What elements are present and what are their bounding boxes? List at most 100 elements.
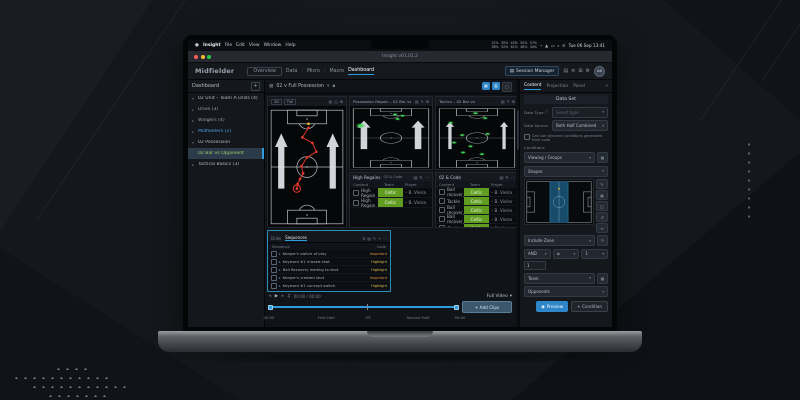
panel-expand-icon[interactable]: ⊞: [340, 99, 343, 104]
header-action-icon[interactable]: ⚙: [586, 68, 590, 74]
panel-edit-icon[interactable]: ✎: [421, 99, 424, 104]
row-checkbox[interactable]: [353, 189, 359, 196]
menu-view[interactable]: View: [249, 43, 260, 48]
count-input[interactable]: 1: [524, 261, 546, 271]
lock-icon[interactable]: ▪: [332, 84, 335, 89]
zoom-window-button[interactable]: [207, 54, 211, 59]
zone-settings-button[interactable]: ✎: [597, 235, 608, 247]
tab-panel[interactable]: Panel: [573, 84, 585, 89]
tab-content[interactable]: Content: [524, 83, 542, 90]
stat-widget[interactable]: 30% 52%: [501, 41, 508, 49]
data-type-dropdown[interactable]: Select type ▾: [552, 106, 608, 118]
skip-forward-icon[interactable]: »: [281, 294, 284, 299]
edit-icon[interactable]: ✎: [373, 236, 376, 241]
nav-data[interactable]: Data: [286, 69, 297, 74]
sort-icon[interactable]: ⇅: [362, 236, 365, 241]
sidebar-item[interactable]: ▾ 02 Unit – Team A Drills (4): [188, 93, 264, 104]
table-row[interactable]: Ball recovery Celtic ◦ B. Vieira: [436, 187, 518, 197]
tactics-panel[interactable]: Tactics – 02 Bar vs ▤ ✎ ⊞: [435, 96, 519, 170]
list-item[interactable]: ▸ Keyword #1 missed shot Highlight: [268, 258, 390, 266]
include-zone-dropdown[interactable]: Include Zone ▾: [524, 235, 595, 247]
tab-sequences[interactable]: Sequences: [285, 235, 307, 241]
more-icon[interactable]: ⋯: [383, 236, 387, 241]
list-item[interactable]: ▸ Keyword #1 concept switch Highlight: [268, 282, 390, 290]
movement-pitch[interactable]: [268, 107, 346, 227]
table-edit-icon[interactable]: ✎: [419, 175, 423, 180]
status-icon[interactable]: ⌕: [557, 43, 559, 48]
nav-overview[interactable]: Overview: [247, 66, 282, 76]
row-checkbox[interactable]: [271, 258, 277, 265]
operator-select[interactable]: ≥ ▾: [552, 248, 580, 259]
menu-edit[interactable]: Edit: [236, 43, 245, 48]
panel-expand-icon[interactable]: ⊞: [512, 99, 515, 104]
add-condition-button[interactable]: + Condition: [571, 300, 608, 312]
sidebar-item[interactable]: 02 Bar vs Opponent: [188, 148, 264, 159]
row-checkbox[interactable]: [439, 189, 445, 195]
skip-back-icon[interactable]: «: [269, 294, 272, 299]
stat-widget[interactable]: 50% 48%: [520, 41, 527, 49]
sidebar-item[interactable]: ▸ Midfielders (2): [188, 126, 264, 137]
nav-macro[interactable]: Macro: [330, 69, 345, 74]
pitch-tool-button[interactable]: ≡: [596, 223, 608, 233]
movement-panel[interactable]: 2D Full ▤ ◫ ⊞: [267, 96, 347, 228]
table-row[interactable]: High Regain Celtic ◦ B. Vieira: [350, 198, 432, 208]
sidebar-item[interactable]: ▸ Tactical Basics (3): [188, 159, 264, 170]
stat-widget[interactable]: 45% 61%: [511, 41, 518, 49]
play-icon[interactable]: ▶: [275, 294, 278, 299]
row-checkbox[interactable]: [439, 216, 445, 222]
timeline-track[interactable]: [268, 304, 459, 310]
view-chip[interactable]: Full: [284, 98, 297, 105]
row-checkbox[interactable]: [271, 266, 277, 273]
user-avatar[interactable]: AB: [594, 65, 605, 77]
range-end-handle[interactable]: [454, 304, 459, 310]
app-logo[interactable]: Midfielder: [195, 67, 234, 75]
regain-pitch[interactable]: [350, 107, 432, 169]
preview-button[interactable]: ◉ Preview: [536, 300, 569, 312]
table-row[interactable]: Ball recovery Celtic ◦ B. Vieira: [436, 214, 518, 224]
list-item[interactable]: ▸ Ball Recovery leading to shot Highligh…: [268, 266, 390, 274]
range-start-handle[interactable]: [268, 304, 273, 310]
row-checkbox[interactable]: [353, 199, 359, 206]
opponents-dropdown[interactable]: Opponents ▾: [524, 286, 608, 298]
list-item[interactable]: ▸ Keeper's created shot Important: [268, 274, 390, 282]
zone-pitch[interactable]: [524, 179, 594, 226]
chevron-down-icon[interactable]: ▾: [327, 84, 329, 89]
menu-window[interactable]: Window: [264, 43, 282, 48]
volume-icon[interactable]: ♫: [287, 294, 291, 299]
sidebar-item[interactable]: ▾ 02 Possession: [188, 137, 264, 148]
panel-grid-icon[interactable]: ▤: [329, 99, 333, 104]
panel-edit-icon[interactable]: ✎: [507, 99, 510, 104]
row-checkbox[interactable]: [439, 198, 445, 204]
row-team-cell[interactable]: Celtic: [463, 197, 489, 205]
table-row[interactable]: Challenge Celtic ◦ B. Vieira: [436, 224, 518, 227]
status-icon[interactable]: ⌁: [540, 43, 543, 48]
status-icon[interactable]: ▭: [551, 43, 555, 48]
row-checkbox[interactable]: [271, 274, 277, 281]
menu-app-name[interactable]: Insight: [203, 43, 221, 48]
menu-clock[interactable]: Tue 06 Sep 13:41: [569, 43, 605, 48]
nav-micro[interactable]: Micro: [307, 69, 320, 74]
apple-menu[interactable]: ●: [195, 43, 199, 48]
nav-dashboard[interactable]: Dashboard: [348, 68, 375, 75]
layout-grid-button[interactable]: ▦: [482, 81, 490, 90]
panel-expand-icon[interactable]: ⊞: [426, 99, 429, 104]
shapes-dropdown[interactable]: Shapes ▾: [524, 165, 608, 177]
table-grid-icon[interactable]: ▤: [413, 175, 417, 180]
view-chip[interactable]: 2D: [271, 98, 283, 105]
row-team-cell[interactable]: Celtic: [377, 198, 403, 207]
row-team-cell[interactable]: Celtic: [463, 206, 489, 214]
panel-layers-icon[interactable]: ◫: [334, 99, 338, 104]
list-icon[interactable]: ▤: [367, 236, 371, 241]
option-checkbox[interactable]: [524, 133, 530, 140]
table-more-icon[interactable]: ⋯: [425, 175, 429, 180]
close-window-button[interactable]: [194, 54, 198, 59]
pitch-tool-button[interactable]: ↺: [596, 212, 608, 222]
status-icon[interactable]: ≡: [562, 43, 566, 48]
list-item[interactable]: ▸ Keeper's switch of play Important: [268, 250, 390, 258]
add-dashboard-button[interactable]: +: [251, 81, 260, 91]
dataset-selector[interactable]: 02 v Full Possession: [276, 84, 324, 89]
row-checkbox[interactable]: [439, 225, 445, 227]
row-team-cell[interactable]: Celtic: [463, 215, 489, 223]
menu-file[interactable]: File: [225, 43, 233, 48]
table-edit-icon[interactable]: ✎: [505, 175, 509, 180]
